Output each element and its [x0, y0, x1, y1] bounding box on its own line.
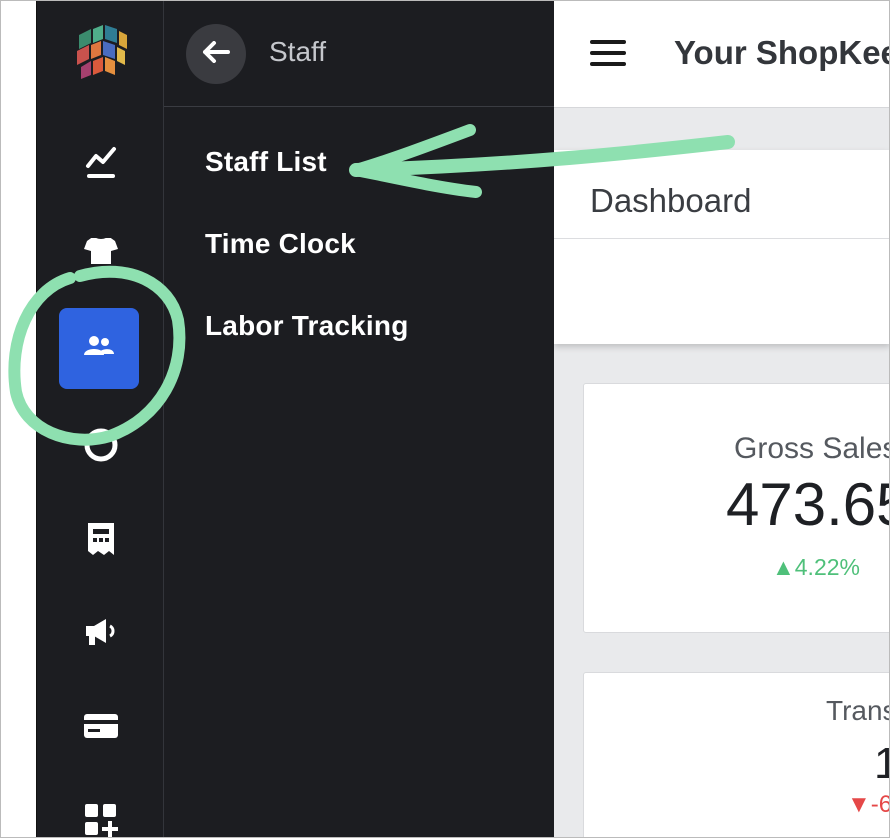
tshirt-icon[interactable]: [37, 238, 164, 264]
menu-item-time-clock[interactable]: Time Clock: [205, 228, 356, 260]
add-apps-icon[interactable]: [37, 800, 164, 838]
marketing-icon[interactable]: [37, 614, 164, 648]
stat-label: Trans: [826, 695, 890, 726]
main-content: Your ShopKee Dashboard Gross Sales 473.6…: [554, 0, 890, 838]
staff-nav-button[interactable]: [59, 308, 139, 389]
submenu-title: Staff: [269, 36, 327, 67]
transactions-card[interactable]: Trans 1 ▼-6: [583, 672, 890, 838]
staff-icon: [84, 335, 114, 362]
app-window: Staff Staff List Time Clock Labor Tracki…: [0, 0, 890, 838]
stat-value: 1: [874, 739, 890, 788]
back-button[interactable]: [186, 24, 246, 84]
menu-item-staff-list[interactable]: Staff List: [205, 146, 327, 178]
dashboard-title: Dashboard: [590, 182, 752, 219]
stat-delta: ▲4.22%: [772, 554, 860, 580]
stat-label: Gross Sales: [734, 432, 890, 465]
logo-icon[interactable]: [37, 24, 164, 84]
analytics-icon[interactable]: [37, 142, 164, 182]
top-bar: Your ShopKee: [554, 0, 890, 108]
arrow-left-icon: [202, 40, 230, 68]
stat-delta: ▼-6: [847, 791, 890, 818]
page-title: Your ShopKee: [674, 34, 890, 71]
staff-submenu: Staff Staff List Time Clock Labor Tracki…: [163, 0, 555, 838]
hamburger-menu-icon[interactable]: [590, 40, 626, 70]
submenu-header: Staff: [164, 0, 555, 107]
menu-item-labor-tracking[interactable]: Labor Tracking: [205, 310, 409, 342]
divider: [554, 238, 890, 239]
customers-icon[interactable]: [37, 428, 164, 462]
gross-sales-card[interactable]: Gross Sales 473.65 ▲4.22%: [583, 383, 890, 633]
icon-sidebar: [36, 0, 164, 838]
receipt-icon[interactable]: [37, 520, 164, 558]
dashboard-card: Dashboard: [554, 150, 890, 344]
stat-value: 473.65: [726, 471, 890, 538]
payments-icon[interactable]: [37, 710, 164, 742]
